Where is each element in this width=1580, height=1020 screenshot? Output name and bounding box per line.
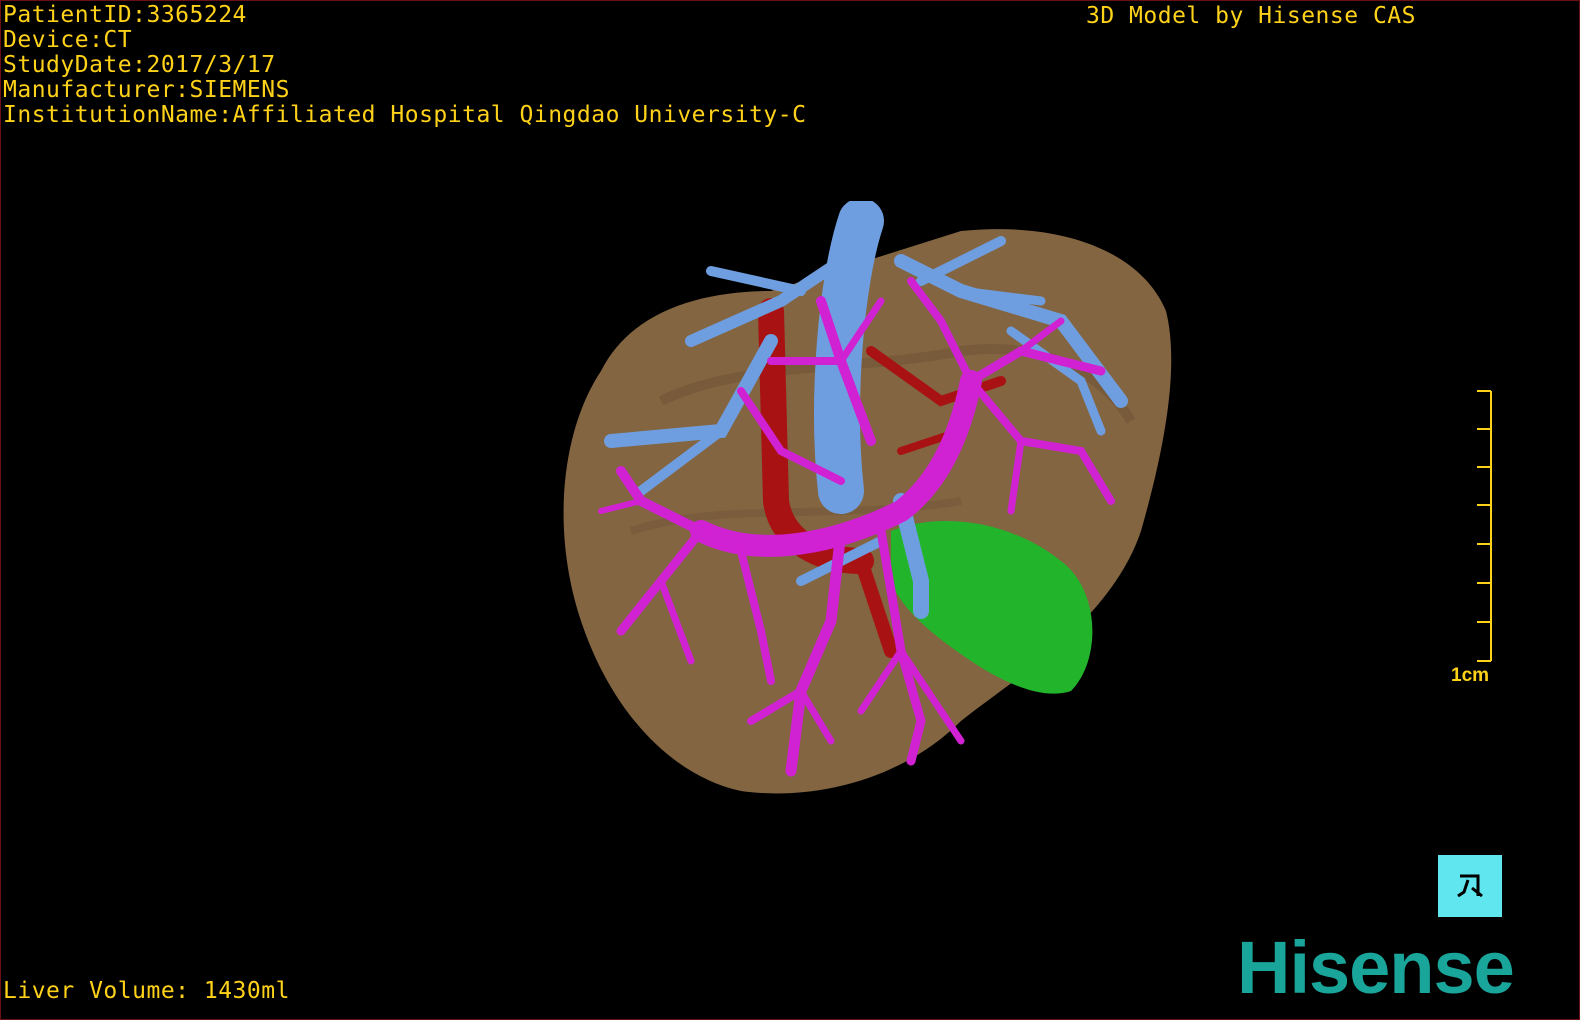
device-text: Device:CT [3,27,133,53]
study-date-text: StudyDate:2017/3/17 [3,52,276,78]
scale-bar [1477,390,1492,662]
rotate-tool-button[interactable] [1438,855,1502,917]
3d-viewport[interactable]: PatientID:3365224 Device:CT StudyDate:20… [0,0,1580,1020]
hisense-logo: Hisense [1237,926,1515,1009]
institution-text: InstitutionName:Affiliated Hospital Qing… [3,102,807,128]
liver-3d-model[interactable] [541,201,1201,821]
scale-bar-label: 1cm [1451,665,1490,686]
patient-info-overlay: PatientID:3365224 Device:CT StudyDate:20… [3,3,806,128]
patient-id-text: PatientID:3365224 [3,2,247,28]
model-title: 3D Model by Hisense CAS [1086,3,1416,29]
rotate-tool-icon [1457,874,1483,898]
manufacturer-text: Manufacturer:SIEMENS [3,77,290,103]
liver-volume-text: Liver Volume: 1430ml [3,978,290,1004]
